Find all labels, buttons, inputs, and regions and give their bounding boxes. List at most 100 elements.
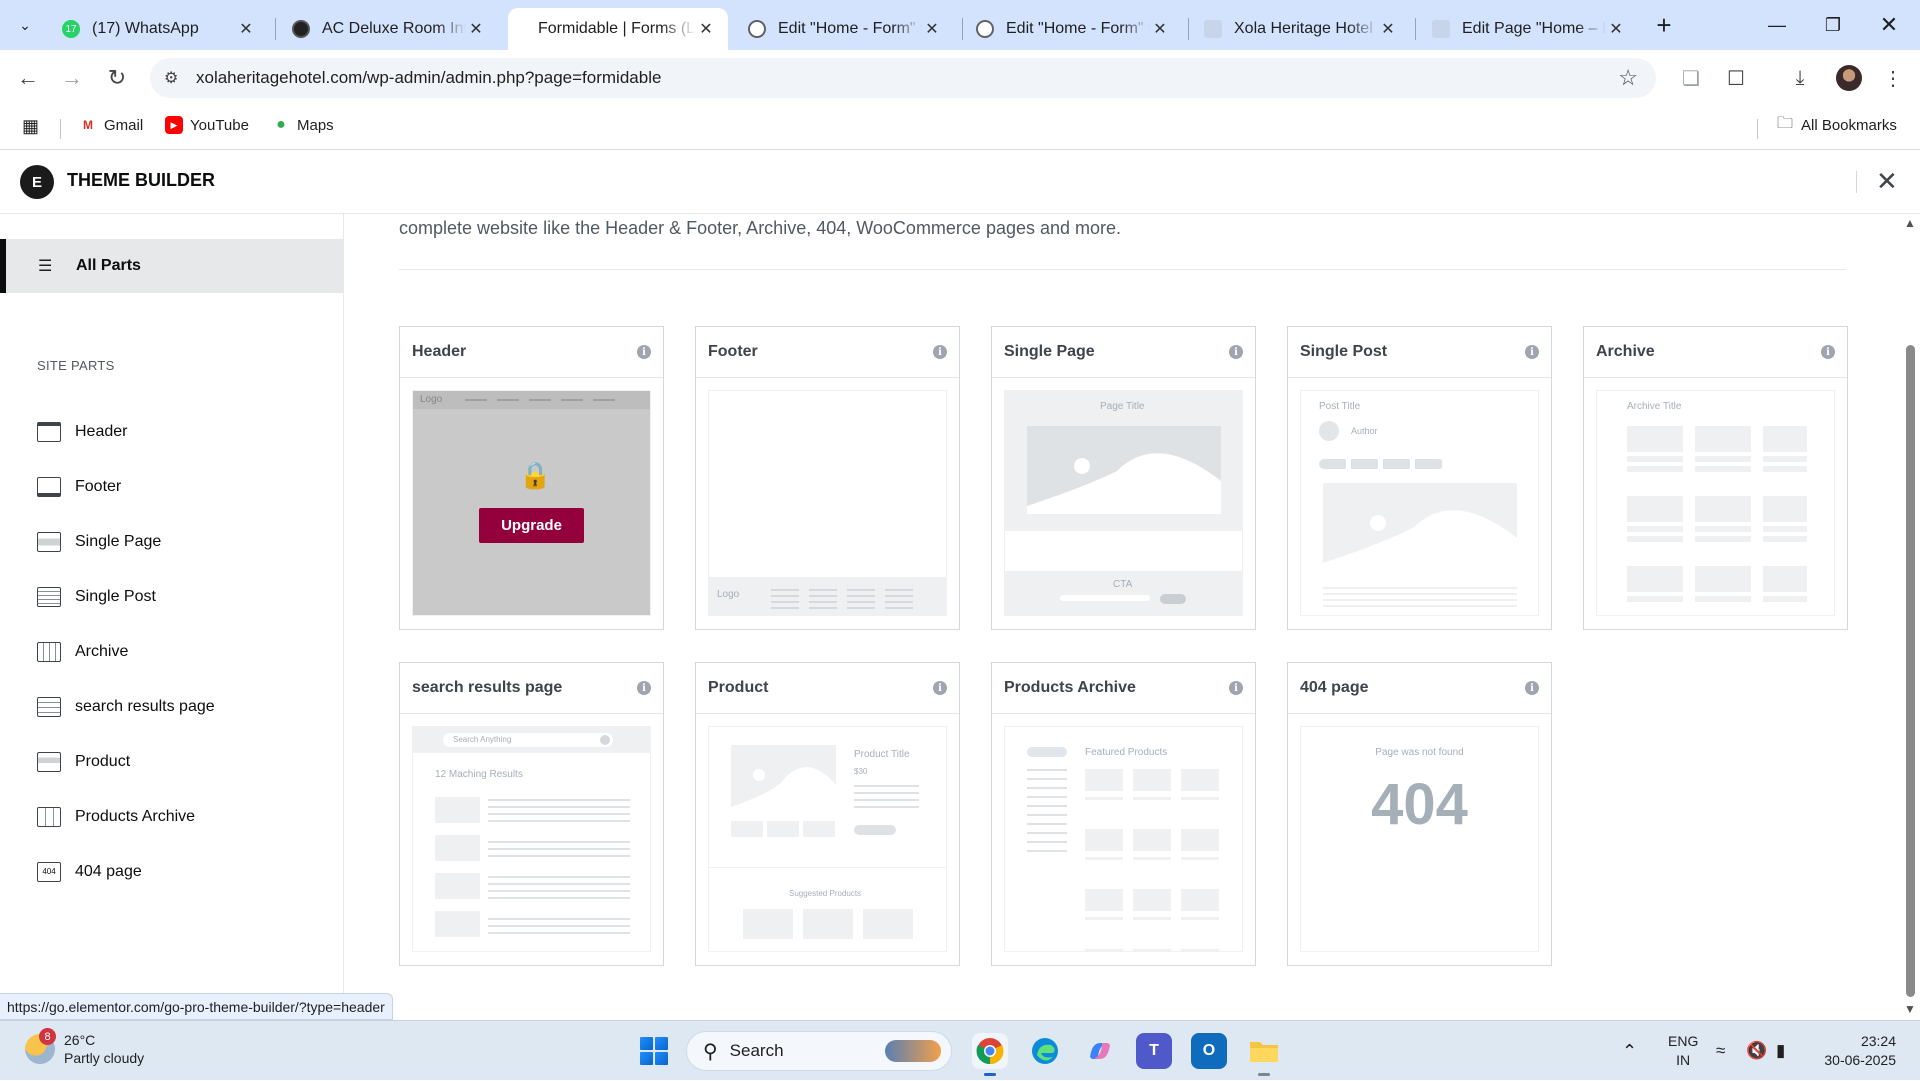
profile-avatar[interactable] (1836, 65, 1862, 91)
outlook-app-icon[interactable]: O (1191, 1033, 1227, 1069)
card-title: search results page (412, 679, 563, 696)
download-icon[interactable]: ⤓ (1785, 63, 1815, 93)
extensions-icon[interactable]: ☐ (1721, 63, 1751, 93)
forward-button[interactable]: → (56, 62, 88, 94)
footer-part-icon (37, 477, 61, 497)
sidebar-item-footer[interactable]: Footer (37, 472, 121, 502)
teams-app-icon[interactable]: T (1136, 1033, 1172, 1069)
windows-start-button[interactable] (640, 1037, 668, 1065)
tab-close-icon[interactable]: ✕ (1378, 19, 1398, 39)
taskbar-search-box[interactable]: ⚲ Search (686, 1031, 952, 1071)
tab-edit-page-home[interactable]: Edit Page "Home – Fo ✕ (1420, 8, 1638, 50)
edge-app-icon[interactable] (1027, 1033, 1063, 1069)
tab-group-icon[interactable]: ❏ (1676, 63, 1706, 93)
tab-close-icon[interactable]: ✕ (236, 19, 256, 39)
tab-search-button[interactable]: ⌄ (10, 10, 40, 40)
battery-icon[interactable]: ▮ (1776, 1021, 1785, 1081)
part-card-footer[interactable]: Footer i Logo (695, 326, 960, 630)
url-text[interactable]: xolaheritagehotel.com/wp-admin/admin.php… (196, 68, 661, 88)
close-icon[interactable]: ✕ (1876, 166, 1898, 197)
main-content: complete website like the Header & Foote… (344, 214, 1900, 1020)
menu-kebab-icon[interactable]: ⋮ (1878, 63, 1908, 93)
part-card-single-page[interactable]: Single Page i Page Title CTA (991, 326, 1256, 630)
tab-close-icon[interactable]: ✕ (696, 19, 716, 39)
upgrade-button[interactable]: Upgrade (479, 508, 584, 543)
copilot-app-icon[interactable] (1082, 1033, 1118, 1069)
sidebar-item-product[interactable]: Product (37, 747, 130, 777)
new-tab-button[interactable]: + (1650, 12, 1678, 40)
bookmark-maps[interactable]: ● Maps (272, 116, 334, 134)
speaker-muted-icon[interactable]: 🔇 (1746, 1021, 1767, 1081)
tab-close-icon[interactable]: ✕ (466, 19, 486, 39)
wire-page-not-found: Page was not found (1375, 747, 1464, 758)
scrollbar-thumb[interactable] (1906, 345, 1915, 997)
all-bookmarks-button[interactable]: 🗀 All Bookmarks (1776, 115, 1897, 134)
tab-edit-home-form-2[interactable]: Edit "Home - Form" v ✕ (964, 8, 1182, 50)
sidebar-item-search-results-page[interactable]: search results page (37, 692, 215, 722)
info-icon[interactable]: i (637, 681, 651, 695)
wire-logo: Logo (717, 589, 740, 600)
tab-close-icon[interactable]: ✕ (1606, 19, 1626, 39)
sidebar-item-label: 404 page (75, 863, 142, 880)
info-icon[interactable]: i (933, 345, 947, 359)
info-icon[interactable]: i (933, 681, 947, 695)
tray-overflow-chevron-icon[interactable]: ⌃ (1622, 1021, 1637, 1081)
sidebar-item-all-parts[interactable]: ☰ All Parts (0, 239, 343, 293)
wire-archive-title: Archive Title (1627, 401, 1682, 412)
clock[interactable]: 23:24 30-06-2025 (1818, 1032, 1896, 1070)
part-card-products-archive[interactable]: Products Archive i Featured Products (991, 662, 1256, 966)
part-card-single-post[interactable]: Single Post i Post Title Author (1287, 326, 1552, 630)
weather-widget[interactable]: 8 26°C Partly cloudy (25, 1028, 144, 1067)
file-explorer-app-icon[interactable] (1246, 1033, 1282, 1076)
tab-title: Edit Page "Home – Fo (1462, 20, 1606, 37)
tab-close-icon[interactable]: ✕ (922, 19, 942, 39)
reload-button[interactable]: ↻ (101, 62, 133, 94)
tab-close-icon[interactable]: ✕ (1150, 19, 1170, 39)
sidebar-item-products-archive[interactable]: Products Archive (37, 802, 195, 832)
address-bar[interactable]: ⚙ xolaheritagehotel.com/wp-admin/admin.p… (150, 58, 1656, 98)
part-card-search-results-page[interactable]: search results page i Search Anything 12 … (399, 662, 664, 966)
back-button[interactable]: ← (12, 62, 44, 94)
restore-button[interactable]: ❐ (1810, 8, 1856, 42)
minimize-button[interactable]: — (1754, 8, 1800, 42)
tab-formidable[interactable]: Formidable | Forms (L ✕ (508, 8, 728, 50)
sidebar-item-404-page[interactable]: 404 404 page (37, 857, 142, 887)
sidebar-item-single-post[interactable]: Single Post (37, 582, 156, 612)
wifi-icon[interactable]: ≈ (1716, 1021, 1725, 1081)
apps-grid-icon[interactable]: ▦ (22, 116, 39, 137)
bookmark-star-icon[interactable]: ☆ (1618, 65, 1638, 91)
wire-featured-products: Featured Products (1085, 747, 1168, 758)
chrome-app-icon[interactable] (972, 1033, 1008, 1076)
info-icon[interactable]: i (1525, 681, 1539, 695)
tab-xola-heritage-hotel[interactable]: Xola Heritage Hotel ✕ (1192, 8, 1410, 50)
info-icon[interactable]: i (1229, 345, 1243, 359)
scroll-up-arrow[interactable]: ▲ (1904, 216, 1916, 230)
sidebar-item-single-page[interactable]: Single Page (37, 527, 161, 557)
info-icon[interactable]: i (637, 345, 651, 359)
info-icon[interactable]: i (1821, 345, 1835, 359)
card-preview-search-results: Search Anything 12 Maching Results (412, 726, 651, 952)
site-info-icon[interactable]: ⚙ (164, 68, 184, 88)
tab-ac-deluxe-room[interactable]: AC Deluxe Room Intr ✕ (280, 8, 498, 50)
elementor-logo-icon: E (20, 165, 54, 199)
card-preview-products-archive: Featured Products (1004, 726, 1243, 952)
part-card-archive[interactable]: Archive i Archive Title (1583, 326, 1848, 630)
part-card-404-page[interactable]: 404 page i Page was not found 404 (1287, 662, 1552, 966)
sidebar-item-archive[interactable]: Archive (37, 637, 128, 667)
language-indicator[interactable]: ENG IN (1668, 1032, 1698, 1070)
sidebar-item-label: Products Archive (75, 808, 196, 825)
tab-whatsapp[interactable]: 17 (17) WhatsApp ✕ (50, 8, 268, 50)
part-card-header[interactable]: Header i Logo 🔒 Upgrade (399, 326, 664, 630)
browser-tab-strip: ⌄ 17 (17) WhatsApp ✕ AC Deluxe Room Intr… (0, 0, 1920, 50)
info-icon[interactable]: i (1525, 345, 1539, 359)
window-close-button[interactable]: ✕ (1866, 8, 1912, 42)
part-card-product[interactable]: Product i Product Title $30 Suggested Pro… (695, 662, 960, 966)
bookmark-gmail[interactable]: M Gmail (79, 116, 143, 134)
scroll-down-arrow[interactable]: ▼ (1904, 1002, 1916, 1016)
info-icon[interactable]: i (1229, 681, 1243, 695)
bookmark-youtube[interactable]: ▶ YouTube (165, 116, 249, 134)
sidebar-item-header[interactable]: Header (37, 417, 127, 447)
tab-edit-home-form-1[interactable]: Edit "Home - Form" v ✕ (736, 8, 954, 50)
card-title: Footer (708, 343, 758, 360)
wire-page-title: Page Title (1100, 401, 1145, 412)
